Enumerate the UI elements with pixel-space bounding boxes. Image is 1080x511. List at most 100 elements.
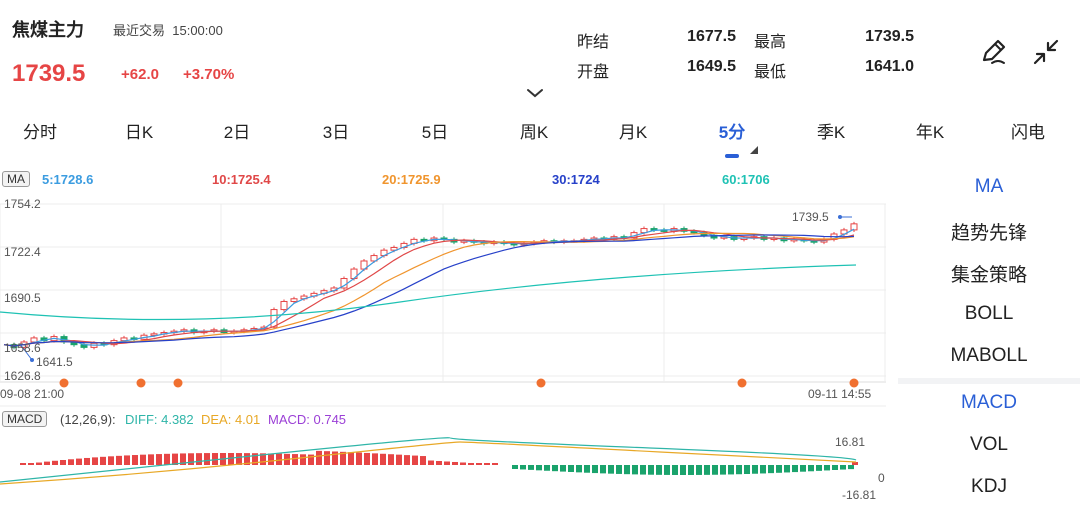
kline-chart[interactable]: 1754.2 1722.4 1690.5 1658.6 1626.8 09-08 21:0… (0, 166, 886, 511)
macd-bar-negative (840, 465, 846, 470)
tab-day-k[interactable]: 日K (109, 118, 169, 143)
indicator-boll[interactable]: BOLL (898, 303, 1080, 325)
tab-3-day[interactable]: 3日 (306, 118, 366, 143)
tab-5-day[interactable]: 5日 (405, 118, 465, 143)
ma-lines (0, 215, 857, 362)
candle-body (290, 298, 298, 302)
macd-bar-positive (420, 456, 426, 465)
macd-bar-negative (776, 465, 782, 473)
open-value: 1649.5 (687, 58, 736, 75)
tab-5-min[interactable]: 5分 (702, 118, 762, 143)
macd-bar-negative (608, 465, 614, 474)
macd-bar-positive (124, 455, 130, 465)
chevron-down-icon[interactable] (526, 88, 544, 98)
macd-bar-negative (624, 465, 630, 475)
event-dot (536, 378, 546, 388)
macd-bar-negative (824, 465, 830, 471)
macd-bar-negative (712, 465, 718, 475)
macd-bar-positive (36, 462, 42, 465)
macd-bar-positive (324, 451, 330, 465)
macd-top-label: 16.81 (835, 435, 865, 449)
indicator-ma[interactable]: MA (898, 176, 1080, 198)
price-change-pct: +3.70% (183, 66, 235, 83)
macd-bar-negative (816, 465, 822, 471)
macd-bar-positive (76, 458, 82, 465)
macd-bar-negative (520, 465, 526, 470)
macd-bar-positive (444, 461, 450, 465)
y-axis-label: 1754.2 (4, 197, 41, 211)
indicator-maboll[interactable]: MABOLL (898, 345, 1080, 367)
tab-month-k[interactable]: 月K (603, 118, 663, 143)
y-axis-label: 1722.4 (4, 245, 41, 259)
collapse-icon[interactable] (1030, 36, 1062, 68)
tab-quarter-k[interactable]: 季K (801, 118, 861, 143)
macd-bar-positive (460, 462, 466, 465)
open-label: 开盘 (577, 64, 610, 81)
macd-bar-positive (148, 454, 154, 465)
ma5-value: 5:1728.6 (42, 172, 94, 187)
pen-icon[interactable] (978, 36, 1010, 68)
macd-bottom-label: -16.81 (842, 488, 876, 502)
indicator-macd[interactable]: MACD (898, 392, 1080, 414)
low-marker-dot (30, 358, 34, 362)
candle-body (280, 300, 288, 311)
ma10-value: 10:1725.4 (212, 172, 271, 187)
tab-dropdown-icon[interactable] (750, 146, 758, 154)
low-value: 1641.0 (865, 58, 914, 75)
macd-bar-negative (832, 465, 838, 470)
macd-bar-positive (484, 463, 490, 465)
tab-flash[interactable]: 闪电 (998, 118, 1058, 143)
macd-bar-positive (20, 463, 26, 465)
indicator-jijin[interactable]: 集金策略 (898, 260, 1080, 287)
macd-bar-positive (364, 452, 370, 465)
tab-2-day[interactable]: 2日 (207, 118, 267, 143)
macd-bar-negative (808, 465, 814, 472)
low-price-label: 1641.5 (36, 355, 73, 369)
macd-bar-negative (632, 465, 638, 475)
indicator-trend[interactable]: 趋势先锋 (898, 218, 1080, 245)
macd-indicator-tag[interactable]: MACD (2, 411, 48, 427)
ma20-value: 20:1725.9 (382, 172, 441, 187)
macd-bar-positive (404, 455, 410, 465)
macd-bar-positive (108, 456, 114, 465)
macd-dea: DEA: 4.01 (201, 412, 261, 427)
active-tab-indicator (725, 154, 739, 158)
macd-bar-positive (380, 453, 386, 465)
prev-settle-value: 1677.5 (687, 28, 736, 45)
macd-bar-positive (204, 453, 210, 465)
macd-value: MACD: 0.745 (268, 412, 347, 427)
y-axis-label: 1626.8 (4, 369, 41, 383)
macd-bar-positive (44, 461, 50, 465)
macd-bar-negative (536, 465, 542, 471)
tab-week-k[interactable]: 周K (504, 118, 564, 143)
macd-bar-positive (140, 454, 146, 465)
macd-bar-negative (656, 465, 662, 475)
macd-bar-negative (640, 465, 646, 475)
macd-bar-negative (568, 465, 574, 472)
macd-bar-positive (316, 450, 322, 465)
x-axis-start-label: 09-08 21:00 (0, 387, 64, 401)
macd-bar-negative (584, 465, 590, 473)
macd-bar-negative (592, 465, 598, 474)
contract-name: 焦煤主力 (12, 20, 84, 40)
macd-bar-positive (156, 454, 162, 465)
macd-bar-positive (452, 461, 458, 465)
macd-bar-negative (664, 465, 670, 475)
ma-indicator-tag[interactable]: MA (2, 171, 30, 187)
event-dot (737, 378, 747, 388)
indicator-vol[interactable]: VOL (898, 434, 1080, 456)
price-change: +62.0 (121, 66, 159, 83)
macd-bar-positive (132, 455, 138, 465)
indicator-kdj[interactable]: KDJ (898, 476, 1080, 498)
macd-bar-positive (428, 460, 434, 465)
last-price: 1739.5 (12, 60, 86, 87)
tab-year-k[interactable]: 年K (900, 118, 960, 143)
tab-fenshi[interactable]: 分时 (10, 118, 70, 143)
macd-bar-negative (744, 465, 750, 475)
event-markers (59, 378, 859, 388)
period-tabs: 分时 日K 2日 3日 5日 周K 月K 5分 季K 年K 闪电 (0, 118, 1080, 158)
macd-bar-positive (100, 456, 106, 465)
macd-bar-positive (188, 453, 194, 465)
macd-bar-positive (356, 452, 362, 465)
y-axis-label: 1658.6 (4, 341, 41, 355)
